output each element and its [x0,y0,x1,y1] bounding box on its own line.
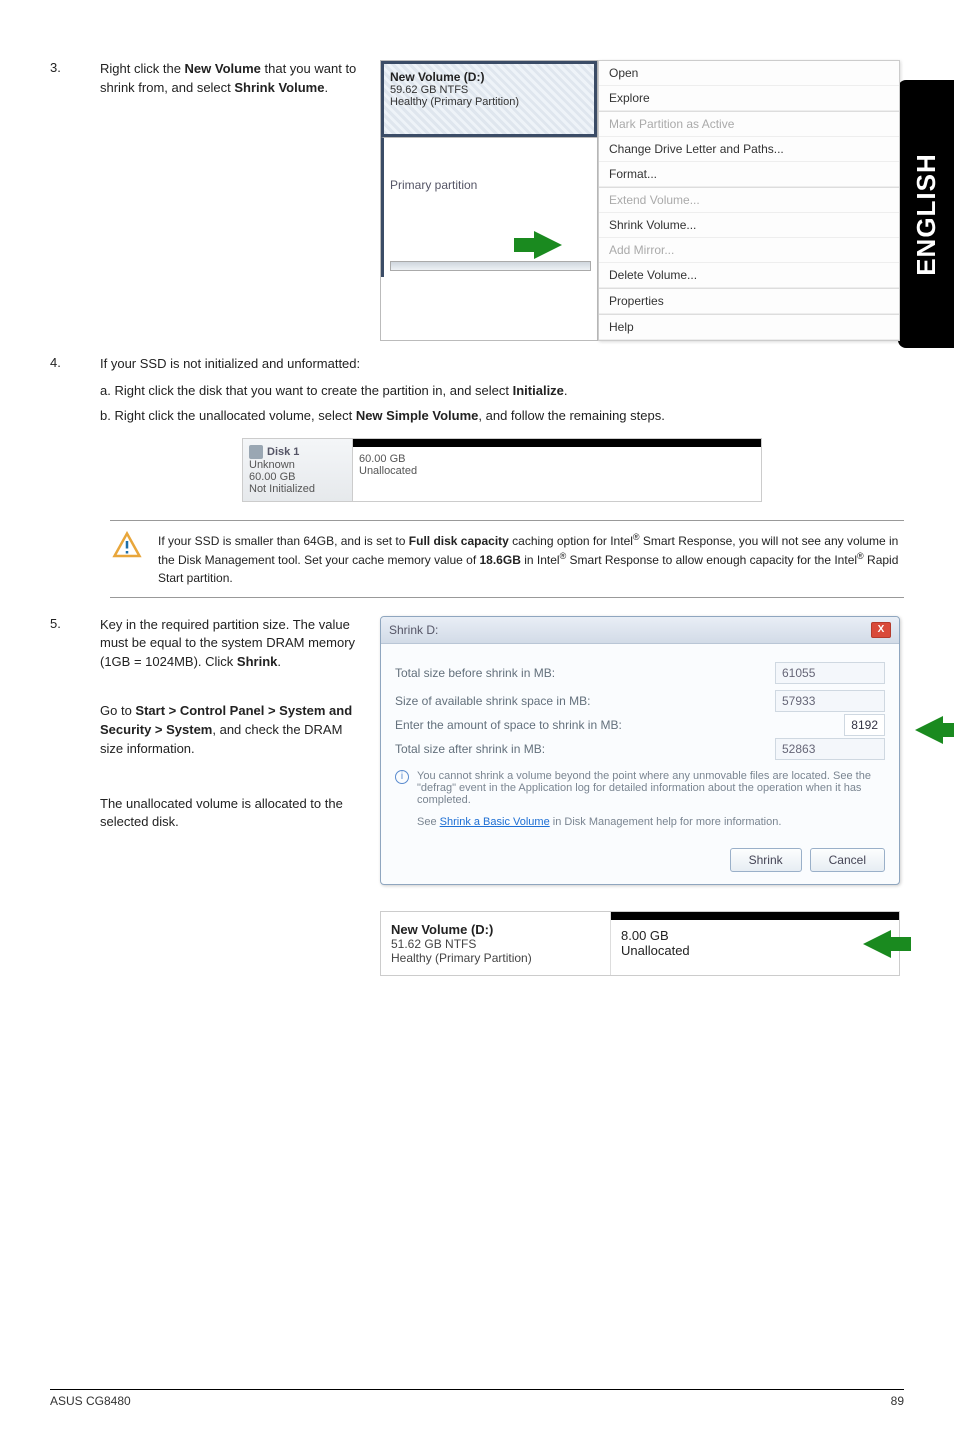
shrink-help-link[interactable]: Shrink a Basic Volume [440,816,550,828]
info-icon: i [395,770,409,784]
context-menu-screenshot: New Volume (D:) 59.62 GB NTFS Healthy (P… [380,60,900,341]
text: . [324,80,328,95]
text-bold: New Volume [185,61,261,76]
field-label-available: Size of available shrink space in MB: [395,694,590,708]
step-3-number: 3. [50,60,100,341]
menu-add-mirror: Add Mirror... [599,238,899,263]
disk-unknown: Unknown [249,459,346,471]
disk-name: Disk 1 [267,446,299,458]
disk-right-state: Unallocated [359,465,755,477]
text: b. Right click the unallocated volume, s… [100,408,356,423]
text: Smart Response to allow enough capacity … [566,553,857,567]
menu-properties[interactable]: Properties [599,289,899,314]
step-4-number: 4. [50,355,100,502]
warning-note: If your SSD is smaller than 64GB, and is… [110,520,904,598]
text: a. Right click the disk that you want to… [100,383,513,398]
text: Go to [100,703,135,718]
shrink-dialog: Shrink D: X Total size before shrink in … [380,616,900,885]
language-tab: ENGLISH [898,80,954,348]
disk-state: Not Initialized [249,483,346,495]
field-value-available: 57933 [775,690,885,712]
primary-partition-box: Primary partition [381,137,597,277]
field-value-total-after: 52863 [775,738,885,760]
footer-page-number: 89 [891,1394,904,1408]
result-unalloc-state: Unallocated [621,943,889,958]
menu-shrink-volume[interactable]: Shrink Volume... [599,213,899,238]
menu-format[interactable]: Format... [599,162,899,187]
text: caching option for Intel [509,534,633,548]
result-volume-health: Healthy (Primary Partition) [391,951,600,965]
disk-size: 60.00 GB [249,471,346,483]
menu-mark-active: Mark Partition as Active [599,112,899,137]
close-icon[interactable]: X [871,622,891,638]
warning-text: If your SSD is smaller than 64GB, and is… [158,531,904,587]
text: Right click the [100,61,185,76]
primary-partition-label: Primary partition [390,178,591,192]
volume-size: 59.62 GB NTFS [390,84,588,96]
reg-mark: ® [857,551,864,561]
text-bold: Shrink [237,654,277,669]
text: . [564,383,568,398]
text-bold: Initialize [513,383,564,398]
field-label-amount: Enter the amount of space to shrink in M… [395,718,622,732]
step-4-text: If your SSD is not initialized and unfor… [100,355,904,374]
disk-icon [249,445,263,459]
step-3-text: Right click the New Volume that you want… [100,60,360,98]
volume-health: Healthy (Primary Partition) [390,96,588,108]
footer-model: ASUS CG8480 [50,1394,131,1408]
dialog-info-text: You cannot shrink a volume beyond the po… [417,770,885,806]
text: . [277,654,281,669]
result-unalloc-size: 8.00 GB [621,928,889,943]
text: If your SSD is smaller than 64GB, and is… [158,534,409,548]
menu-change-letter[interactable]: Change Drive Letter and Paths... [599,137,899,162]
step-4a-text: a. Right click the disk that you want to… [100,382,904,401]
text-bold: 18.6GB [480,553,521,567]
menu-open[interactable]: Open [599,61,899,86]
reg-mark: ® [633,532,640,542]
step-5-number: 5. [50,616,100,976]
text: , and follow the remaining steps. [478,408,664,423]
menu-explore[interactable]: Explore [599,86,899,111]
result-volume-size: 51.62 GB NTFS [391,937,600,951]
menu-help[interactable]: Help [599,315,899,340]
result-volume-title: New Volume (D:) [391,922,600,937]
text: Key in the required partition size. The … [100,617,355,670]
shrink-button[interactable]: Shrink [730,848,802,872]
field-input-amount[interactable]: 8192 [844,714,885,736]
result-volume-screenshot: New Volume (D:) 51.62 GB NTFS Healthy (P… [380,911,900,976]
field-label-total-after: Total size after shrink in MB: [395,742,545,756]
language-tab-label: ENGLISH [911,153,942,276]
warning-icon [110,531,144,587]
disk-right-size: 60.00 GB [359,453,755,465]
menu-delete-volume[interactable]: Delete Volume... [599,263,899,288]
text: in Intel [521,553,560,567]
context-menu: Open Explore Mark Partition as Active Ch… [598,60,900,341]
cancel-button[interactable]: Cancel [810,848,885,872]
step-5-text: Key in the required partition size. The … [100,616,360,673]
see-text: See [417,816,440,828]
menu-extend-volume: Extend Volume... [599,188,899,213]
disk-1-screenshot: Disk 1 Unknown 60.00 GB Not Initialized … [242,438,762,502]
step-5-result-text: The unallocated volume is allocated to t… [100,795,360,833]
text-bold: Full disk capacity [409,534,509,548]
text-bold: Shrink Volume [234,80,324,95]
text-bold: New Simple Volume [356,408,479,423]
see-text-b: in Disk Management help for more informa… [550,816,782,828]
dialog-title: Shrink D: [389,623,438,637]
step-4b-text: b. Right click the unallocated volume, s… [100,407,904,426]
arrow-right-icon [534,231,562,259]
arrow-left-icon [863,930,891,958]
volume-box: New Volume (D:) 59.62 GB NTFS Healthy (P… [381,61,597,137]
arrow-left-icon [915,716,943,744]
field-label-total-before: Total size before shrink in MB: [395,666,555,680]
field-value-total-before: 61055 [775,662,885,684]
step-5-subnote: Go to Start > Control Panel > System and… [100,702,360,759]
volume-title: New Volume (D:) [390,70,588,84]
